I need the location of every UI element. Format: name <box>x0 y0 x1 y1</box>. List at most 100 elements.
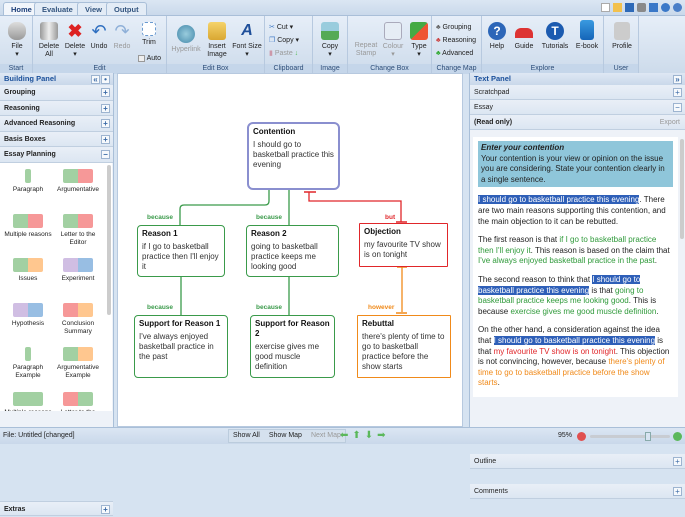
settings-icon[interactable] <box>649 3 658 12</box>
trim-button[interactable]: Trim <box>137 22 161 47</box>
section-advanced-reasoning[interactable]: Advanced Reasoning + <box>0 116 113 132</box>
template-item[interactable]: Issues <box>3 258 53 283</box>
type-button[interactable]: Type ▾ <box>408 22 430 59</box>
profile-button[interactable]: Profile <box>609 22 635 51</box>
template-thumbnail-icon <box>63 391 93 406</box>
redo-button[interactable]: ↷ Redo <box>111 22 133 51</box>
zoom-slider-thumb[interactable] <box>645 432 652 441</box>
copy-button[interactable]: ❐ Copy ▾ <box>269 36 299 45</box>
new-file-icon[interactable] <box>601 3 610 12</box>
section-scratchpad[interactable]: Scratchpad + <box>470 85 685 100</box>
template-item[interactable]: Argumentative <box>53 169 103 194</box>
delete-button[interactable]: ✖ Delete ▾ <box>63 22 87 59</box>
template-item[interactable]: Hypothesis <box>3 302 53 328</box>
tab-evaluate[interactable]: Evaluate <box>34 2 81 16</box>
template-item[interactable]: Paragraph <box>3 169 53 194</box>
insert-image-button[interactable]: Insert Image <box>205 22 229 59</box>
expand-icon[interactable]: + <box>101 103 110 113</box>
essay-scrollbar[interactable] <box>680 139 684 239</box>
advanced-button[interactable]: ♣ Advanced <box>436 49 473 58</box>
ebook-icon <box>580 20 594 40</box>
template-item[interactable]: Experiment <box>53 258 103 283</box>
zoom-slider[interactable] <box>590 432 670 441</box>
contention-highlight: I should go to basketball practice this … <box>493 335 656 345</box>
text-run: . <box>656 306 659 316</box>
paste-button[interactable]: ▮ Paste ↓ <box>269 49 298 58</box>
undo-quick-icon[interactable] <box>661 3 670 12</box>
save-icon[interactable] <box>625 3 634 12</box>
expand-icon[interactable]: + <box>673 88 682 97</box>
expand-icon[interactable]: + <box>101 88 110 97</box>
objection-box[interactable]: Objection my favourite TV show is on toni… <box>359 223 448 267</box>
contention-box[interactable]: Contention I should go to basketball prac… <box>247 122 340 190</box>
section-extras[interactable]: Extras + <box>0 500 113 516</box>
prompt-title: Enter your contention <box>481 143 565 152</box>
arrow-right-icon[interactable]: ➡ <box>377 428 385 444</box>
expand-icon[interactable]: + <box>673 457 682 466</box>
arrow-down-icon[interactable]: ⬇ <box>365 428 373 444</box>
rebuttal-box[interactable]: Rebuttal there's plenty of time to go to … <box>357 315 451 378</box>
section-grouping[interactable]: Grouping + <box>0 85 113 101</box>
collapse-icon[interactable]: − <box>673 103 682 112</box>
collapse-panel-icon[interactable]: « <box>91 75 100 84</box>
tab-output[interactable]: Output <box>106 2 147 16</box>
reasoning-button[interactable]: ♣ Reasoning <box>436 36 476 45</box>
template-item[interactable]: Paragraph Example <box>3 347 53 380</box>
template-list: Paragraph Argumentative Multiple reasons Le… <box>0 163 112 411</box>
template-item[interactable]: Conclusion Summary <box>53 302 103 336</box>
ebook-button[interactable]: E-book <box>574 20 600 51</box>
arrow-left-icon[interactable]: ⬅ <box>340 428 348 444</box>
section-comments[interactable]: Comments + <box>470 484 685 499</box>
export-button[interactable]: Export <box>660 115 680 130</box>
help-button[interactable]: ? Help <box>485 22 509 51</box>
delete-all-button[interactable]: Delete All <box>36 22 62 59</box>
section-essay-planning[interactable]: Essay Planning − <box>0 147 113 163</box>
zoom-in-icon[interactable] <box>673 432 682 441</box>
section-basis-boxes[interactable]: Basis Boxes + <box>0 131 113 147</box>
undo-button[interactable]: ↶ Undo <box>88 22 110 51</box>
collapse-panel-icon[interactable]: » <box>673 75 682 84</box>
template-item[interactable]: Multiple reasons <box>3 213 53 239</box>
grouping-button[interactable]: ♣ Grouping <box>436 23 471 32</box>
expand-icon[interactable]: + <box>101 504 110 514</box>
reason1-box[interactable]: Reason 1 if I go to basketball practice t… <box>137 225 225 277</box>
expand-icon[interactable]: + <box>101 119 110 128</box>
guide-button[interactable]: Guide <box>512 22 536 51</box>
print-icon[interactable] <box>637 3 646 12</box>
panel-settings-icon[interactable]: • <box>101 75 110 84</box>
auto-checkbox[interactable]: Auto <box>138 54 161 63</box>
file-button[interactable]: File ▾ <box>5 22 29 59</box>
support1-box[interactable]: Support for Reason 1 I've always enjoyed … <box>134 315 228 378</box>
colour-button[interactable]: Colour ▾ <box>381 22 405 59</box>
section-outline[interactable]: Outline + <box>470 454 685 469</box>
map-canvas[interactable]: because because but because because howe… <box>117 73 463 427</box>
section-essay[interactable]: Essay − <box>470 100 685 115</box>
show-all-button[interactable]: Show All <box>233 430 260 442</box>
template-item[interactable]: Argumentative Example <box>53 347 103 380</box>
hyperlink-button[interactable]: Hyperlink <box>169 25 203 54</box>
image-copy-button[interactable]: Copy ▾ <box>318 22 342 59</box>
repeat-stamp-button[interactable]: Repeat Stamp <box>351 42 381 58</box>
cut-button[interactable]: ✂ Cut ▾ <box>269 23 293 32</box>
show-map-button[interactable]: Show Map <box>269 430 302 442</box>
section-reasoning[interactable]: Reasoning + <box>0 100 113 116</box>
zoom-out-icon[interactable] <box>577 432 586 441</box>
collapse-icon[interactable]: − <box>101 150 110 159</box>
tutorials-button[interactable]: T Tutorials <box>538 22 572 51</box>
template-item[interactable]: Letter to the Editor <box>53 391 103 411</box>
help-quick-icon[interactable] <box>673 3 682 12</box>
template-item[interactable]: Multiple reasons <box>3 391 53 411</box>
expand-icon[interactable]: + <box>101 134 110 144</box>
essay-paragraph: On the other hand, a consideration again… <box>478 325 673 389</box>
template-scrollbar[interactable] <box>107 165 111 315</box>
reason2-box[interactable]: Reason 2 going to basketball practice kee… <box>246 225 339 277</box>
next-map-button[interactable]: Next Map <box>311 430 341 442</box>
arrow-up-icon[interactable]: ⬆ <box>352 428 360 444</box>
template-item[interactable]: Letter to the Editor <box>53 213 103 247</box>
objection-text: my favourite TV show is on tonight <box>493 346 616 356</box>
essay-text[interactable]: Enter your contention Your contention is … <box>473 137 678 397</box>
font-size-button[interactable]: A Font Size ▾ <box>232 22 262 59</box>
expand-icon[interactable]: + <box>673 487 682 496</box>
support2-box[interactable]: Support for Reason 2 exercise gives me go… <box>250 315 335 378</box>
open-folder-icon[interactable] <box>613 3 622 12</box>
